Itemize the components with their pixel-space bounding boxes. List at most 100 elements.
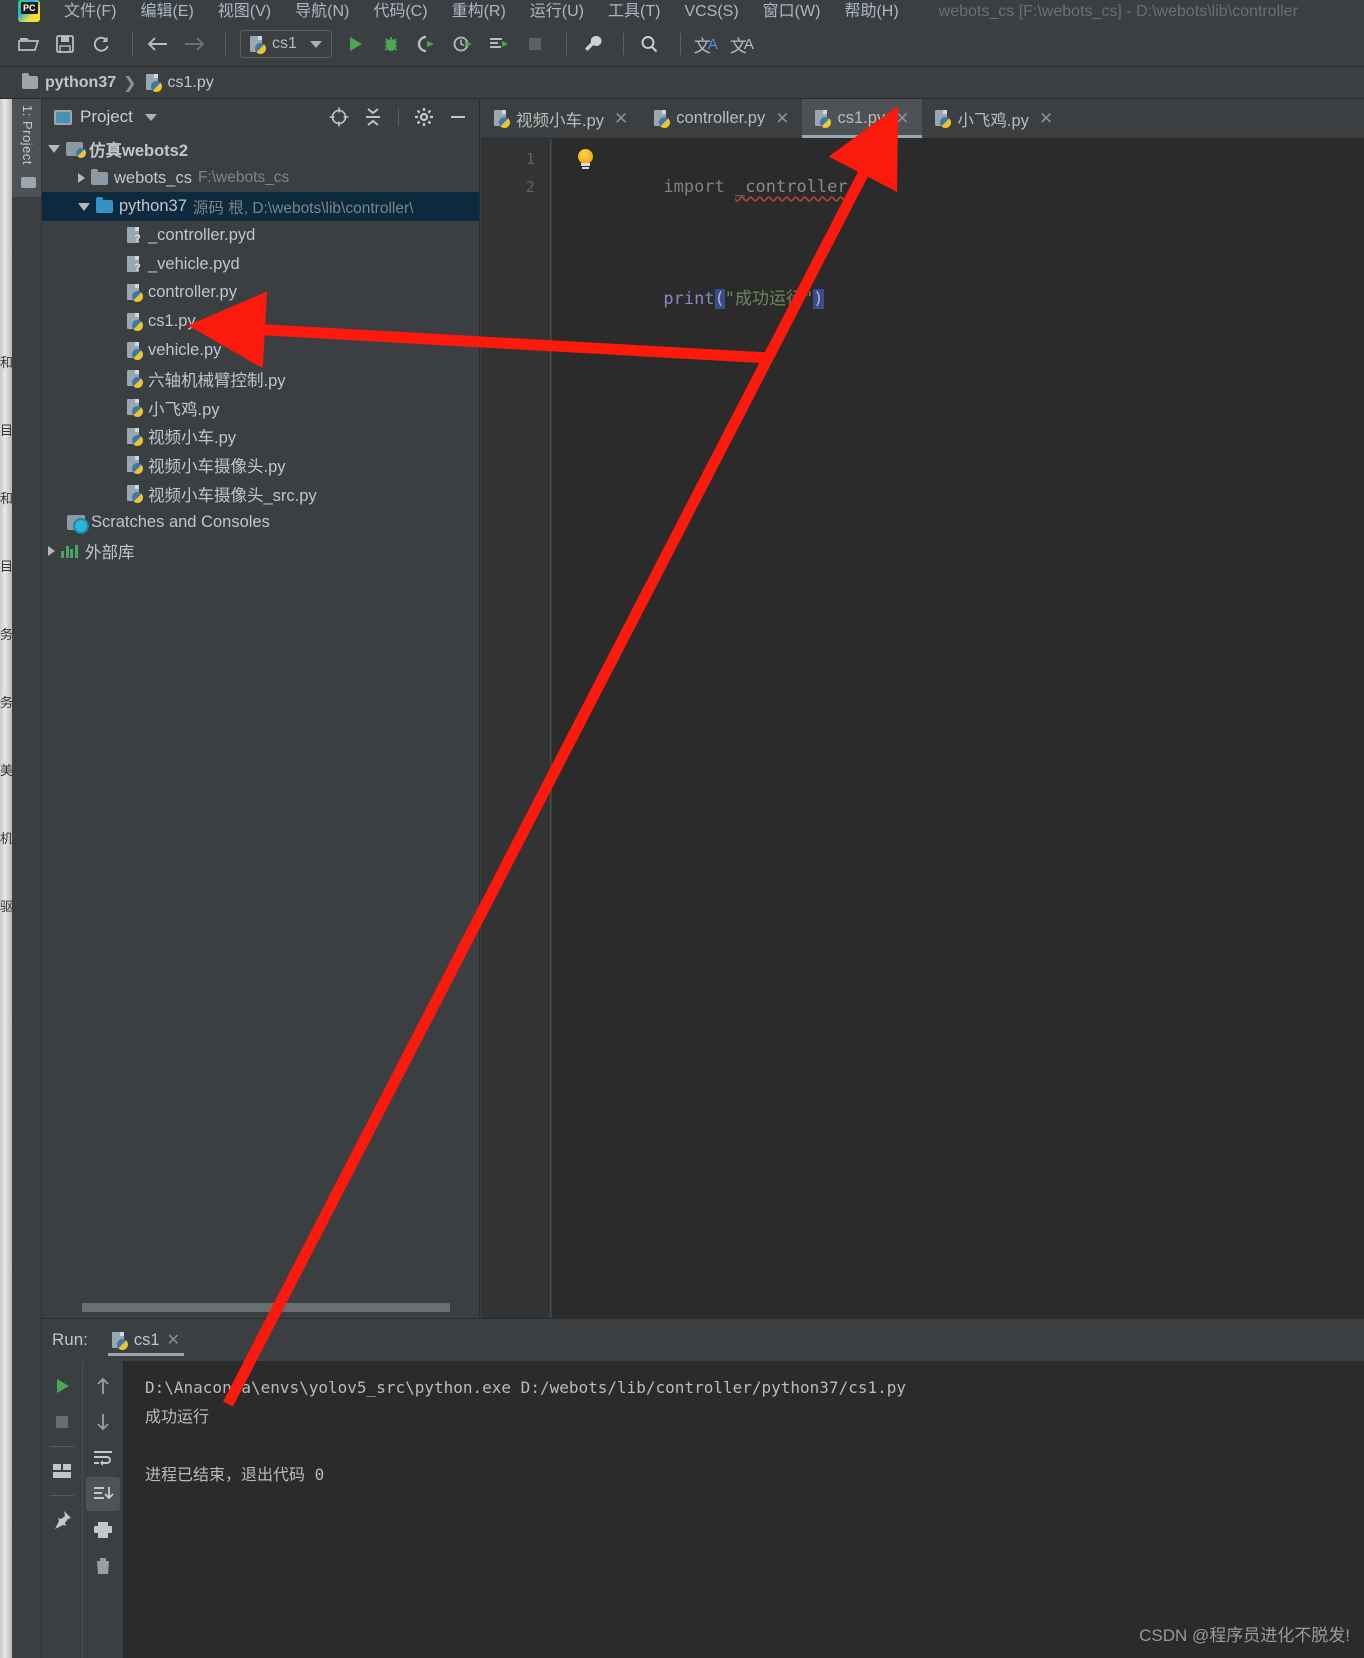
- python-file-icon: [127, 312, 143, 331]
- editor-tab-1[interactable]: controller.py ✕: [641, 99, 802, 138]
- tree-item-9[interactable]: 小飞鸡.py: [42, 393, 479, 422]
- menu-item-10[interactable]: 帮助(H): [832, 2, 910, 22]
- arrow-right-icon[interactable]: [179, 29, 209, 59]
- menu-item-2[interactable]: 视图(V): [206, 2, 283, 22]
- translate-icon[interactable]: 文A: [691, 29, 721, 59]
- editor-tab-0[interactable]: 视频小车.py ✕: [481, 99, 641, 138]
- project-tree-hscrollbar[interactable]: [42, 1303, 480, 1312]
- code-lines[interactable]: import _controller print("成功运行"): [551, 139, 1364, 1318]
- gear-icon[interactable]: [411, 104, 437, 130]
- chevron-open-icon[interactable]: [48, 145, 60, 154]
- run-coverage-icon[interactable]: [412, 29, 442, 59]
- tree-item-0[interactable]: 仿真webots2: [42, 135, 479, 164]
- project-panel-title: Project: [80, 107, 133, 126]
- run-panel-label: Run:: [52, 1330, 88, 1349]
- tree-item-1[interactable]: webots_cs F:\webots_cs: [42, 164, 479, 193]
- wrench-icon[interactable]: [577, 29, 607, 59]
- save-icon[interactable]: [50, 29, 80, 59]
- menu-item-7[interactable]: 工具(T): [596, 2, 672, 22]
- editor-tab-2[interactable]: cs1.py ✕: [802, 99, 923, 138]
- tree-item-5[interactable]: controller.py: [42, 278, 479, 307]
- close-icon[interactable]: ✕: [775, 109, 789, 129]
- tree-item-label: webots_cs: [114, 168, 192, 187]
- target-locate-icon[interactable]: [326, 104, 352, 130]
- tree-item-3[interactable]: _controller.pyd: [42, 221, 479, 250]
- run-configuration-selector[interactable]: cs1: [240, 30, 332, 58]
- tree-item-12[interactable]: 视频小车摄像头_src.py: [42, 479, 479, 508]
- open-folder-icon[interactable]: [14, 29, 44, 59]
- code-editor[interactable]: 1 2 import _controller print("成功运行"): [481, 139, 1364, 1318]
- close-icon[interactable]: ✕: [895, 109, 909, 129]
- tree-item-14[interactable]: 外部库: [42, 537, 479, 566]
- minimize-icon[interactable]: [445, 104, 471, 130]
- lightbulb-icon[interactable]: [577, 149, 594, 169]
- run-tab-label: cs1: [133, 1330, 160, 1349]
- search-icon[interactable]: [634, 29, 664, 59]
- run-play-icon[interactable]: [340, 29, 370, 59]
- tree-item-13[interactable]: Scratches and Consoles: [42, 508, 479, 537]
- translate-alt-icon[interactable]: 文A: [727, 29, 757, 59]
- stop-icon[interactable]: [45, 1405, 79, 1439]
- menu-item-6[interactable]: 运行(U): [518, 2, 596, 22]
- chevron-down-icon[interactable]: [144, 113, 157, 121]
- menu-item-4[interactable]: 代码(C): [361, 2, 439, 22]
- tree-item-2[interactable]: python37 源码 根, D:\webots\lib\controller\: [42, 192, 479, 222]
- menu-item-9[interactable]: 窗口(W): [751, 2, 833, 22]
- console-line-0: D:\Anaconda\envs\yolov5_src\python.exe D…: [145, 1378, 906, 1397]
- menu-item-1[interactable]: 编辑(E): [128, 2, 205, 22]
- print-icon[interactable]: [86, 1513, 120, 1547]
- project-tool-window: Project 仿真webots2 webots_cs F:\webots_cs py…: [42, 99, 480, 1318]
- collapse-all-icon[interactable]: [360, 104, 386, 130]
- sync-icon[interactable]: [86, 29, 116, 59]
- run-console-output[interactable]: D:\Anaconda\envs\yolov5_src\python.exe D…: [123, 1361, 1364, 1658]
- code-line-2[interactable]: print("成功运行"): [561, 257, 1364, 341]
- editor-tab-bar: 视频小车.py ✕ controller.py ✕ cs1.py ✕ 小飞鸡.py ✕: [481, 99, 1364, 139]
- chevron-open-icon[interactable]: [78, 202, 90, 211]
- run-tab-cs1[interactable]: cs1 ✕: [102, 1319, 190, 1361]
- run-configuration-name: cs1: [272, 35, 297, 52]
- module-name: _controller: [735, 177, 848, 197]
- close-icon[interactable]: ✕: [1039, 109, 1053, 129]
- layout-icon[interactable]: [45, 1454, 79, 1488]
- breadcrumb-folder[interactable]: python37: [45, 74, 116, 92]
- tree-item-6[interactable]: cs1.py: [42, 307, 479, 336]
- rerun-play-icon[interactable]: [45, 1369, 79, 1403]
- tree-item-4[interactable]: _vehicle.pyd: [42, 250, 479, 279]
- pycharm-logo-icon: [18, 0, 40, 22]
- tree-item-7[interactable]: vehicle.py: [42, 336, 479, 365]
- run-tool-window: Run: cs1 ✕ D:\Anaconda\envs\yolov5_src\p…: [42, 1318, 1364, 1658]
- pycharm-window: 文件(F)编辑(E)视图(V)导航(N)代码(C)重构(R)运行(U)工具(T)…: [0, 0, 1364, 1658]
- editor-tab-3[interactable]: 小飞鸡.py ✕: [922, 99, 1066, 138]
- code-line-1[interactable]: import _controller: [561, 145, 1364, 257]
- menu-item-5[interactable]: 重构(R): [440, 2, 518, 22]
- tree-item-label: 外部库: [85, 543, 135, 562]
- chevron-closed-icon[interactable]: [78, 173, 85, 184]
- tree-item-8[interactable]: 六轴机械臂控制.py: [42, 365, 479, 394]
- menu-item-3[interactable]: 导航(N): [283, 2, 361, 22]
- arrow-left-icon[interactable]: [143, 29, 173, 59]
- scroll-down-icon[interactable]: [86, 1405, 120, 1439]
- menu-item-8[interactable]: VCS(S): [672, 2, 750, 22]
- run-profile-icon[interactable]: [448, 29, 478, 59]
- run-console-icon[interactable]: [484, 29, 514, 59]
- close-icon[interactable]: ✕: [614, 109, 628, 129]
- editor-tab-label: controller.py: [676, 109, 766, 127]
- stop-icon[interactable]: [520, 29, 550, 59]
- paren-close: ): [813, 289, 824, 309]
- tool-window-tab-project[interactable]: 1: Project: [12, 99, 42, 197]
- menu-item-0[interactable]: 文件(F): [52, 2, 128, 22]
- line-number: 1: [525, 150, 535, 168]
- chevron-closed-icon[interactable]: [48, 545, 55, 556]
- scroll-up-icon[interactable]: [86, 1369, 120, 1403]
- trash-icon[interactable]: [86, 1549, 120, 1583]
- pin-icon[interactable]: [45, 1503, 79, 1537]
- toolbar-divider: [132, 33, 133, 55]
- scroll-to-end-icon[interactable]: [86, 1477, 120, 1511]
- tree-item-10[interactable]: 视频小车.py: [42, 422, 479, 451]
- soft-wrap-icon[interactable]: [86, 1441, 120, 1475]
- tree-item-11[interactable]: 视频小车摄像头.py: [42, 451, 479, 480]
- breadcrumb-file[interactable]: cs1.py: [168, 74, 214, 92]
- close-icon[interactable]: ✕: [167, 1330, 180, 1350]
- debug-bug-icon[interactable]: [376, 29, 406, 59]
- scrollbar-thumb[interactable]: [82, 1303, 450, 1312]
